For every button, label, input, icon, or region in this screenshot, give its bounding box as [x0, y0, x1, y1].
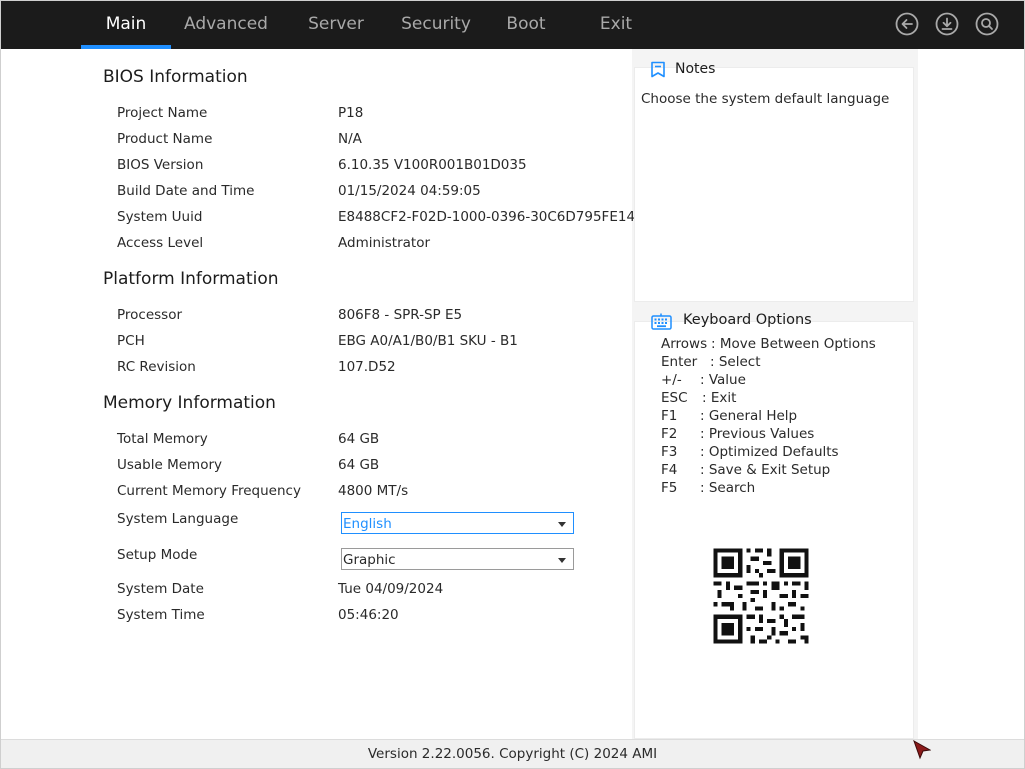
kb-desc: : Select [710, 354, 761, 370]
notes-title: Notes [675, 61, 716, 77]
search-icon[interactable] [975, 12, 999, 36]
setup-mode-label: Setup Mode [117, 547, 198, 563]
row-value: 107.D52 [338, 359, 396, 375]
system-language-label: System Language [117, 511, 239, 527]
row-value: 4800 MT/s [338, 483, 409, 499]
row-label: Current Memory Frequency [117, 483, 301, 499]
kb-key: F2 [661, 426, 678, 442]
kb-key: F4 [661, 462, 678, 478]
row-label: Usable Memory [117, 457, 223, 473]
setup-mode-dropdown[interactable]: Graphic [341, 548, 574, 570]
kb-key: +/- [661, 372, 682, 388]
mouse-cursor-icon [913, 739, 932, 760]
row-label: PCH [117, 333, 145, 349]
system-language-dropdown[interactable]: English [341, 512, 574, 534]
row-label: Project Name [117, 105, 208, 121]
system-time-value[interactable]: 05:46:20 [338, 607, 399, 623]
system-date-label: System Date [117, 581, 204, 597]
left-margin [1, 49, 102, 739]
row-value: E8488CF2-F02D-1000-0396-30C6D795FE14 [338, 209, 636, 225]
row-value: 6.10.35 V100R001B01D035 [338, 157, 527, 173]
system-date-value[interactable]: Tue 04/09/2024 [338, 581, 443, 597]
row-value: Administrator [338, 235, 431, 251]
section-title-memory: Memory Information [103, 393, 276, 413]
row-value: 64 GB [338, 457, 380, 473]
version-copyright-text: Version 2.22.0056. Copyright (C) 2024 AM… [367, 746, 658, 762]
download-icon[interactable] [935, 12, 959, 36]
row-value: P18 [338, 105, 364, 121]
keyboard-options-title: Keyboard Options [683, 312, 812, 328]
tab-exit[interactable]: Exit [571, 0, 661, 49]
system-time-label: System Time [117, 607, 205, 623]
kb-key: Arrows [661, 336, 708, 352]
kb-key: Enter [661, 354, 698, 370]
keyboard-icon [651, 313, 672, 330]
tab-security[interactable]: Security [391, 0, 481, 49]
row-value: N/A [338, 131, 362, 147]
kb-key: ESC [661, 390, 688, 406]
kb-desc: : Save & Exit Setup [700, 462, 831, 478]
tab-main[interactable]: Main [81, 0, 171, 49]
tab-server[interactable]: Server [291, 0, 381, 49]
kb-key: F5 [661, 480, 678, 496]
top-nav-bar: Main Advanced Server Security Boot Exit [0, 0, 1025, 49]
kb-desc: : Value [700, 372, 746, 388]
kb-desc: : Exit [702, 390, 737, 406]
kb-desc: : Move Between Options [711, 336, 876, 352]
tab-boot[interactable]: Boot [481, 0, 571, 49]
section-title-bios: BIOS Information [103, 67, 248, 87]
tab-advanced[interactable]: Advanced [181, 0, 271, 49]
row-value: EBG A0/A1/B0/B1 SKU - B1 [338, 333, 518, 349]
row-label: System Uuid [117, 209, 203, 225]
kb-key: F3 [661, 444, 678, 460]
row-value: 806F8 - SPR-SP E5 [338, 307, 463, 323]
row-label: RC Revision [117, 359, 196, 375]
row-label: Access Level [117, 235, 204, 251]
kb-desc: : Optimized Defaults [700, 444, 839, 460]
back-arrow-icon[interactable] [895, 12, 919, 36]
row-label: BIOS Version [117, 157, 204, 173]
kb-desc: : Previous Values [700, 426, 815, 442]
row-value: 01/15/2024 04:59:05 [338, 183, 481, 199]
system-language-value: English [343, 516, 392, 532]
qr-code [701, 536, 821, 656]
bookmark-icon [650, 61, 666, 78]
section-title-platform: Platform Information [103, 269, 279, 289]
chevron-down-icon [558, 558, 566, 563]
setup-mode-value: Graphic [343, 552, 396, 568]
row-label: Product Name [117, 131, 213, 147]
kb-desc: : General Help [700, 408, 798, 424]
row-label: Processor [117, 307, 183, 323]
footer-bar: Version 2.22.0056. Copyright (C) 2024 AM… [1, 739, 1024, 768]
notes-text: Choose the system default language [641, 91, 890, 107]
kb-desc: : Search [700, 480, 756, 496]
kb-key: F1 [661, 408, 678, 424]
row-label: Total Memory [117, 431, 208, 447]
chevron-down-icon [558, 522, 566, 527]
row-label: Build Date and Time [117, 183, 255, 199]
row-value: 64 GB [338, 431, 380, 447]
